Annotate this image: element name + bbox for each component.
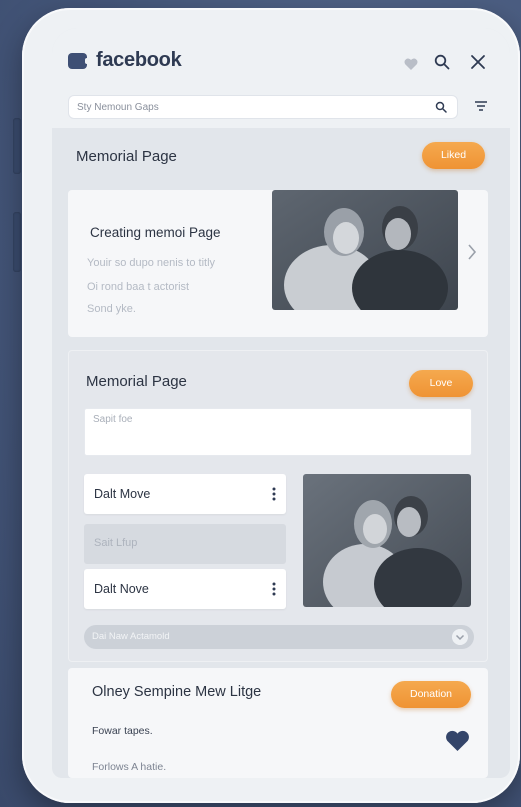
list-item[interactable]: Dalt Move — [84, 474, 286, 514]
card-description-line: Oi rond baa t actorist — [87, 281, 190, 293]
donation-button[interactable]: Donation — [391, 681, 471, 708]
search-bar — [68, 95, 458, 119]
love-button[interactable]: Love — [409, 370, 473, 397]
list-item-label: Sait Lfup — [94, 537, 138, 549]
message-textarea[interactable]: Sapit foe — [84, 408, 472, 456]
phone-frame: facebook Sty Nemoun Gaps Memorial Page L… — [22, 8, 520, 803]
heart-icon[interactable] — [445, 730, 470, 752]
list-item[interactable]: Sait Lfup — [84, 524, 286, 564]
close-icon[interactable] — [470, 54, 486, 70]
dropdown-label: Dai Naw Actamold — [92, 631, 170, 642]
card-title: Creating memoi Page — [90, 225, 221, 240]
memorial-page-heading: Memorial Page — [76, 148, 177, 165]
liked-button[interactable]: Liked — [422, 142, 485, 169]
dropdown-select[interactable]: Dai Naw Actamold — [84, 625, 474, 649]
brand-name: facebook — [96, 49, 182, 71]
heart-icon[interactable] — [404, 58, 418, 70]
filter-icon[interactable] — [474, 100, 488, 112]
list-item-label: Dalt Nove — [94, 582, 149, 596]
memorial-form-heading: Memorial Page — [86, 373, 187, 390]
volume-button — [13, 118, 21, 174]
donation-card-title: Olney Sempine Mew Litge — [92, 684, 262, 700]
power-button — [13, 212, 21, 272]
facebook-logo-icon — [68, 53, 92, 69]
more-vertical-icon[interactable] — [272, 581, 276, 597]
chevron-right-icon[interactable] — [466, 243, 478, 261]
app-screen: facebook Sty Nemoun Gaps Memorial Page L… — [52, 28, 510, 778]
couple-photo — [303, 474, 471, 607]
more-vertical-icon[interactable] — [272, 486, 276, 502]
donation-card-text: Fowar tapes. — [92, 725, 153, 737]
card-description-line: Youir so dupo nenis to titly — [87, 257, 216, 269]
app-header: facebook — [52, 28, 510, 128]
textarea-placeholder: Sapit foe — [93, 414, 133, 425]
chevron-down-icon[interactable] — [452, 629, 468, 645]
list-item-label: Dalt Move — [94, 487, 151, 501]
search-input[interactable] — [69, 96, 409, 118]
donation-card-text: Forlows A hatie. — [92, 761, 167, 773]
couple-photo — [272, 190, 458, 310]
card-description-line: Sond yke. — [87, 303, 136, 315]
search-submit-icon[interactable] — [435, 101, 447, 113]
search-icon[interactable] — [434, 54, 450, 70]
list-item[interactable]: Dalt Nove — [84, 569, 286, 609]
